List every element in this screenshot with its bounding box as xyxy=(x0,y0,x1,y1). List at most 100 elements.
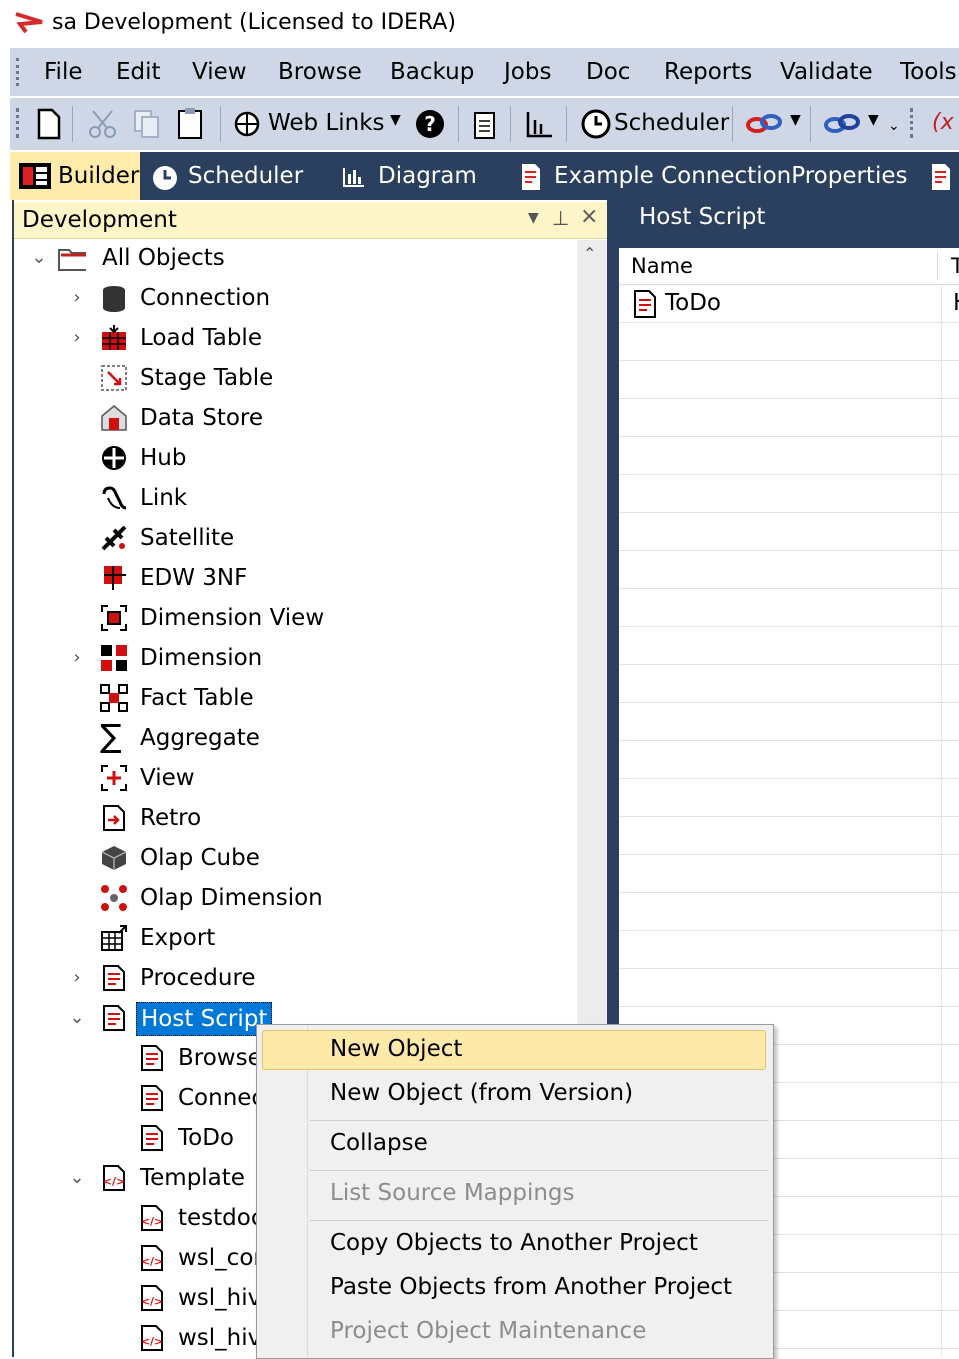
menu-file[interactable]: File xyxy=(44,59,83,85)
chevron-right-icon[interactable]: › xyxy=(68,640,86,676)
menubar-grip[interactable] xyxy=(16,58,22,86)
menu-item-new-object-from-version[interactable]: New Object (from Version) xyxy=(330,1080,633,1106)
pin-icon[interactable]: ⊥ xyxy=(552,206,569,230)
chevron-right-icon[interactable]: › xyxy=(68,320,86,356)
script-document-icon xyxy=(141,1085,163,1111)
tree-item-connec[interactable]: Connec xyxy=(136,1080,264,1116)
menu-edit[interactable]: Edit xyxy=(116,59,161,85)
toolbar-grip[interactable] xyxy=(910,108,916,138)
tree-item-data-store[interactable]: Data Store xyxy=(68,400,568,436)
menu-jobs[interactable]: Jobs xyxy=(504,59,551,85)
tree-item-testdoc[interactable]: </> testdoc xyxy=(136,1200,264,1236)
chevron-down-icon[interactable]: ▼ xyxy=(528,210,539,226)
paste-icon[interactable] xyxy=(176,106,206,140)
list-row[interactable]: ToDo H xyxy=(619,286,959,322)
tree-item-all-objects[interactable]: ⌄ All Objects xyxy=(30,240,570,276)
tree-item-stage-table[interactable]: Stage Table xyxy=(68,360,568,396)
hub-icon xyxy=(102,446,126,470)
tree-item-procedure[interactable]: › Procedure xyxy=(68,960,568,996)
database-icon xyxy=(103,286,125,312)
fact-table-icon xyxy=(100,684,128,712)
menu-tools[interactable]: Tools xyxy=(900,59,957,85)
tree-item-hub[interactable]: Hub xyxy=(68,440,568,476)
chevron-down-icon[interactable]: ▼ xyxy=(790,112,801,128)
menu-item-collapse[interactable]: Collapse xyxy=(330,1130,428,1156)
menu-item-copy-objects[interactable]: Copy Objects to Another Project xyxy=(330,1230,698,1256)
tree-item-retro[interactable]: Retro xyxy=(68,800,568,836)
link-icon[interactable] xyxy=(824,110,860,138)
tree-item-view[interactable]: View xyxy=(68,760,568,796)
window-title: sa Development (Licensed to IDERA) xyxy=(52,10,456,35)
column-header-name[interactable]: Name xyxy=(631,254,693,278)
tree-item-wsl-hiv[interactable]: </> wsl_hiv xyxy=(136,1320,261,1356)
chart-icon[interactable] xyxy=(524,108,554,140)
menu-view[interactable]: View xyxy=(192,59,247,85)
help-icon[interactable]: ? xyxy=(414,108,446,140)
tree-item-olap-cube[interactable]: Olap Cube xyxy=(68,840,568,876)
tab-diagram[interactable]: Diagram xyxy=(340,152,480,200)
grid-line xyxy=(619,1006,959,1007)
globe-icon[interactable] xyxy=(232,110,262,140)
chevron-down-icon[interactable]: ⌄ xyxy=(68,1160,86,1196)
folder-icon xyxy=(58,249,86,271)
menu-item-paste-objects[interactable]: Paste Objects from Another Project xyxy=(330,1274,732,1300)
tree-item-load-table[interactable]: › Load Table xyxy=(68,320,568,356)
column-header-t[interactable]: T xyxy=(951,254,959,278)
tree-item-edw-3nf[interactable]: EDW 3NF xyxy=(68,560,568,596)
tree-item-satellite[interactable]: Satellite xyxy=(68,520,568,556)
toolbar-overflow-icon[interactable]: ⌄ xyxy=(888,118,900,134)
grid-line xyxy=(619,702,959,703)
grid-line xyxy=(619,664,959,665)
function-icon[interactable]: (x xyxy=(932,110,954,135)
tab-example-connection-properties[interactable]: Example ConnectionProperties xyxy=(514,152,914,200)
menu-validate[interactable]: Validate xyxy=(780,59,873,85)
close-icon[interactable]: × xyxy=(580,204,598,229)
tree-item-export[interactable]: Export xyxy=(68,920,568,956)
tree-item-olap-dimension[interactable]: Olap Dimension xyxy=(68,880,568,916)
broken-link-icon[interactable] xyxy=(746,110,782,138)
menu-item-list-source-mappings: List Source Mappings xyxy=(330,1180,575,1206)
tree-item-browse[interactable]: Browse xyxy=(136,1040,262,1076)
tree-item-dimension[interactable]: › Dimension xyxy=(68,640,568,676)
chevron-down-icon[interactable]: ⌄ xyxy=(30,240,48,276)
toolbar-separator xyxy=(458,106,459,142)
tree-item-link[interactable]: Link xyxy=(68,480,568,516)
chevron-down-icon[interactable]: ⌄ xyxy=(68,1000,86,1036)
script-document-icon[interactable] xyxy=(930,162,952,192)
tree-item-wsl-hiv[interactable]: </> wsl_hiv xyxy=(136,1280,261,1316)
tree-item-aggregate[interactable]: ∑ Aggregate xyxy=(68,718,568,756)
menu-backup[interactable]: Backup xyxy=(390,59,474,85)
column-divider[interactable] xyxy=(937,252,938,280)
menu-reports[interactable]: Reports xyxy=(664,59,752,85)
tree-item-dimension-view[interactable]: Dimension View xyxy=(68,600,568,636)
chevron-right-icon[interactable]: › xyxy=(68,960,86,996)
new-document-icon[interactable] xyxy=(36,108,62,140)
grid-line xyxy=(619,550,959,551)
template-icon: </> xyxy=(141,1325,163,1351)
cut-icon[interactable] xyxy=(88,108,118,140)
chevron-down-icon[interactable]: ▼ xyxy=(868,112,879,128)
tree-item-fact-table[interactable]: Fact Table xyxy=(68,680,568,716)
menu-separator xyxy=(310,1220,768,1221)
chevron-right-icon[interactable]: › xyxy=(68,280,86,316)
tab-builder[interactable]: Builder xyxy=(10,152,140,200)
web-links-button[interactable]: Web Links xyxy=(268,110,385,136)
tab-scheduler[interactable]: Scheduler xyxy=(146,152,306,200)
chevron-down-icon[interactable]: ▼ xyxy=(390,112,401,128)
tree-item-template[interactable]: ⌄ </> Template xyxy=(68,1160,256,1196)
copy-icon[interactable] xyxy=(132,108,162,140)
script-document-icon xyxy=(141,1125,163,1151)
chevron-up-icon[interactable]: ⌃ xyxy=(583,244,596,263)
clock-icon[interactable] xyxy=(580,108,612,140)
scheduler-button[interactable]: Scheduler xyxy=(614,110,729,136)
toolbar: Web Links ▼ ? Scheduler ▼ ▼ ⌄ (x xyxy=(10,98,959,150)
clipboard-list-icon[interactable] xyxy=(472,108,498,140)
menu-browse[interactable]: Browse xyxy=(278,59,362,85)
tree-item-wsl-cor[interactable]: </> wsl_cor xyxy=(136,1240,263,1276)
menu-item-new-object[interactable]: New Object xyxy=(330,1036,462,1062)
tree-item-connection[interactable]: › Connection xyxy=(68,280,568,316)
list-header: Name T xyxy=(619,248,959,285)
tree-item-todo[interactable]: ToDo xyxy=(136,1120,256,1156)
menu-doc[interactable]: Doc xyxy=(586,59,630,85)
toolbar-grip[interactable] xyxy=(16,108,22,138)
